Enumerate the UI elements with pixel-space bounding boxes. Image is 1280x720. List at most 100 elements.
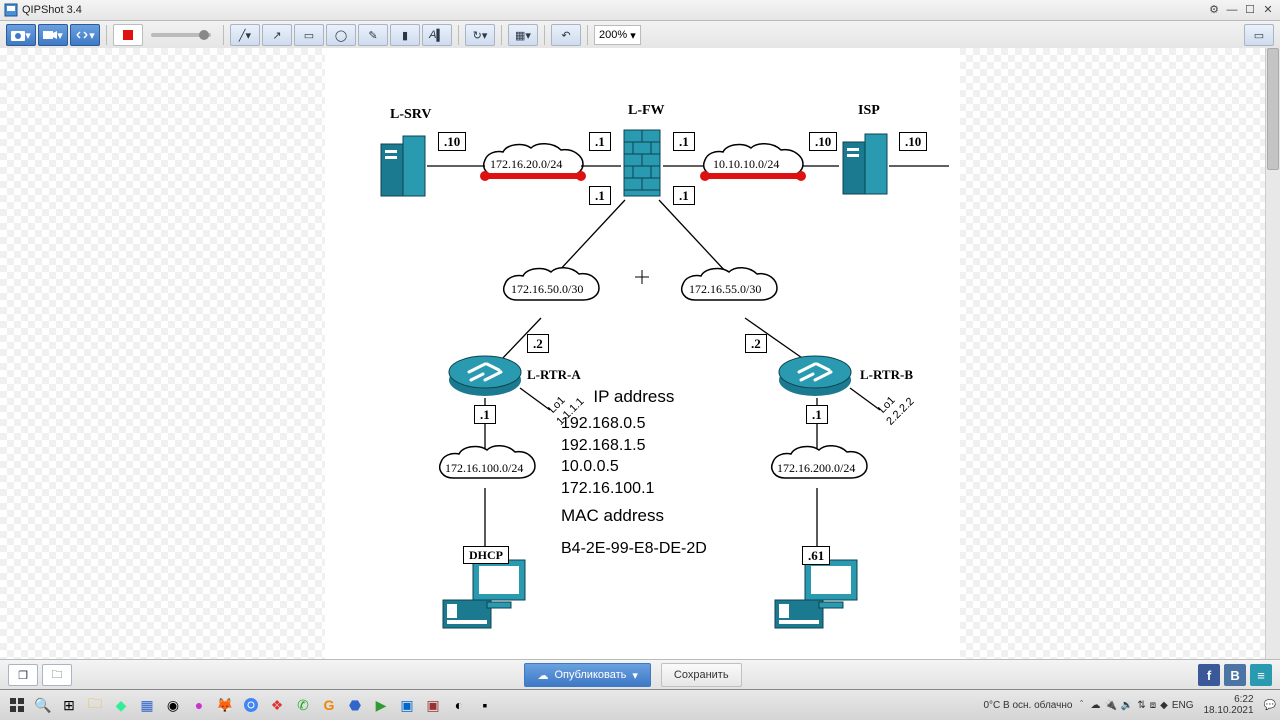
share-icon[interactable]: ≡ xyxy=(1250,664,1272,686)
lrtra-icon xyxy=(445,350,525,402)
rotate-button[interactable]: ↻▾ xyxy=(465,24,495,46)
ip-rtrb-t: .2 xyxy=(745,334,767,353)
info-l1: 192.168.0.5 xyxy=(561,413,707,435)
app-title: QIPShot 3.4 xyxy=(22,4,82,16)
explorer-icon[interactable]: 🗀 xyxy=(84,694,106,716)
pc-b-icon xyxy=(765,554,865,634)
net6-label: 172.16.200.0/24 xyxy=(777,462,855,474)
whatsapp-icon[interactable]: ✆ xyxy=(292,694,314,716)
copy-icon[interactable]: ❐ xyxy=(8,664,38,686)
opacity-slider[interactable] xyxy=(151,33,211,37)
capture-screenshot-button[interactable]: ▾ xyxy=(6,24,36,46)
net5-label: 172.16.100.0/24 xyxy=(445,462,523,474)
lrtrb-icon xyxy=(775,350,855,402)
dhcp-label: DHCP xyxy=(463,546,509,564)
close-button[interactable]: ✕ xyxy=(1260,3,1276,17)
ip-lsrv: .10 xyxy=(438,132,466,151)
ip-fw-rt: .1 xyxy=(673,132,695,151)
lrtrb-label: L-RTR-B xyxy=(860,368,913,381)
maximize-button[interactable]: ☐ xyxy=(1242,3,1258,17)
app6-icon[interactable]: ⬣ xyxy=(344,694,366,716)
folder-icon[interactable]: 🗀 xyxy=(42,664,72,686)
ip-rtra-t: .2 xyxy=(527,334,549,353)
app8-icon[interactable]: ▣ xyxy=(396,694,418,716)
app-icon xyxy=(4,3,18,17)
info-l5: B4-2E-99-E8-DE-2D xyxy=(561,538,707,560)
settings-icon[interactable]: ⚙ xyxy=(1206,3,1222,17)
highlighter-tool-button[interactable]: ▮ xyxy=(390,24,420,46)
ip-rtra-b: .1 xyxy=(474,405,496,424)
tray-chevron-icon[interactable]: ＾ xyxy=(1076,698,1086,713)
tray-net-icon[interactable]: ⇅ xyxy=(1137,700,1145,711)
tray-cloud-icon[interactable]: ☁ xyxy=(1090,700,1100,711)
stop-record-button[interactable] xyxy=(113,24,143,46)
save-button[interactable]: Сохранить xyxy=(661,663,742,687)
info-h1: IP address xyxy=(561,386,707,409)
info-l4: 172.16.100.1 xyxy=(561,478,707,500)
tray-notifications-icon[interactable]: 💬 xyxy=(1264,700,1276,711)
publish-button[interactable]: ☁ Опубликовать ▾ xyxy=(524,663,650,687)
ip-isp-l: .10 xyxy=(809,132,837,151)
arrow-tool-button[interactable]: ↗ xyxy=(262,24,292,46)
app1-icon[interactable]: ◆ xyxy=(110,694,132,716)
chrome-icon[interactable] xyxy=(240,694,262,716)
canvas[interactable]: L-SRV L-FW ISP 172.16.20.0/24 10.10.10.0… xyxy=(0,48,1266,660)
app9-icon[interactable]: ▣ xyxy=(422,694,444,716)
ip-isp-r: .10 xyxy=(899,132,927,151)
search-icon[interactable]: 🔍 xyxy=(32,694,54,716)
app5-icon[interactable]: G xyxy=(318,694,340,716)
crosshair-cursor xyxy=(635,270,649,284)
windows-taskbar: 🔍 ⊞ 🗀 ◆ ▦ ◉ ● 🦊 ❖ ✆ G ⬣ ▶ ▣ ▣ ◐ ▪ 0°C В … xyxy=(0,689,1280,720)
ip-rtrb-b: .1 xyxy=(806,405,828,424)
ip-fw-lt: .1 xyxy=(589,132,611,151)
rect-tool-button[interactable]: ▭ xyxy=(294,24,324,46)
calendar-icon[interactable]: ▭ xyxy=(1244,24,1274,46)
lrtra-label: L-RTR-A xyxy=(527,368,581,381)
undo-button[interactable]: ↶ xyxy=(551,24,581,46)
vertical-scrollbar[interactable] xyxy=(1265,48,1280,660)
diagram-page: L-SRV L-FW ISP 172.16.20.0/24 10.10.10.0… xyxy=(325,48,960,660)
firefox-icon[interactable]: 🦊 xyxy=(214,694,236,716)
weather-widget[interactable]: 0°C В осн. облачно xyxy=(983,700,1072,711)
ellipse-tool-button[interactable]: ◯ xyxy=(326,24,356,46)
text-tool-button[interactable]: A▍ xyxy=(422,24,452,46)
facebook-icon[interactable]: f xyxy=(1198,664,1220,686)
info-block: IP address 192.168.0.5 192.168.1.5 10.0.… xyxy=(561,386,707,560)
app4-icon[interactable]: ❖ xyxy=(266,694,288,716)
pencil-tool-button[interactable]: ✎ xyxy=(358,24,388,46)
fullscreen-button[interactable]: ▾ xyxy=(70,24,100,46)
pc-a-icon xyxy=(433,554,533,634)
info-l2: 192.168.1.5 xyxy=(561,435,707,457)
grid-button[interactable]: ▦▾ xyxy=(508,24,538,46)
main-toolbar: ▾ ▾ ▾ ╱▾ ↗ ▭ ◯ ✎ ▮ A▍ ↻▾ ▦▾ ↶ 200% ▾ ▭ xyxy=(0,21,1280,50)
ip-fw-rb: .1 xyxy=(673,186,695,205)
clock[interactable]: 6:2218.10.2021 xyxy=(1203,694,1253,716)
calc-icon[interactable]: ▦ xyxy=(136,694,158,716)
ip-pc-b: .61 xyxy=(802,546,830,565)
tray-volume-icon[interactable]: 🔉 xyxy=(1121,700,1133,711)
net4-label: 172.16.55.0/30 xyxy=(689,283,761,295)
app2-icon[interactable]: ◉ xyxy=(162,694,184,716)
app-bottombar: ❐ 🗀 ☁ Опубликовать ▾ Сохранить f B ≡ xyxy=(0,659,1280,690)
tray-app-icon[interactable]: ◆ xyxy=(1160,700,1168,711)
taskview-icon[interactable]: ⊞ xyxy=(58,694,80,716)
line-tool-button[interactable]: ╱▾ xyxy=(230,24,260,46)
app10-icon[interactable]: ◐ xyxy=(448,694,470,716)
system-tray[interactable]: 0°C В осн. облачно ＾ ☁ 🔌 🔉 ⇅ ⧈ ◆ ENG 6:2… xyxy=(983,694,1276,716)
app3-icon[interactable]: ● xyxy=(188,694,210,716)
tray-lang[interactable]: ENG xyxy=(1172,700,1194,711)
tray-power-icon[interactable]: 🔌 xyxy=(1104,700,1116,711)
tray-dropbox-icon[interactable]: ⧈ xyxy=(1150,700,1156,711)
ip-fw-lb: .1 xyxy=(589,186,611,205)
net3-label: 172.16.50.0/30 xyxy=(511,283,583,295)
zoom-select[interactable]: 200% ▾ xyxy=(594,25,641,45)
start-button[interactable] xyxy=(6,694,28,716)
record-video-button[interactable]: ▾ xyxy=(38,24,68,46)
info-h2: MAC address xyxy=(561,505,707,528)
terminal-icon[interactable]: ▪ xyxy=(474,694,496,716)
app7-icon[interactable]: ▶ xyxy=(370,694,392,716)
titlebar: QIPShot 3.4 ⚙ — ☐ ✕ xyxy=(0,0,1280,21)
info-l3: 10.0.0.5 xyxy=(561,456,707,478)
minimize-button[interactable]: — xyxy=(1224,3,1240,17)
vk-icon[interactable]: B xyxy=(1224,664,1246,686)
